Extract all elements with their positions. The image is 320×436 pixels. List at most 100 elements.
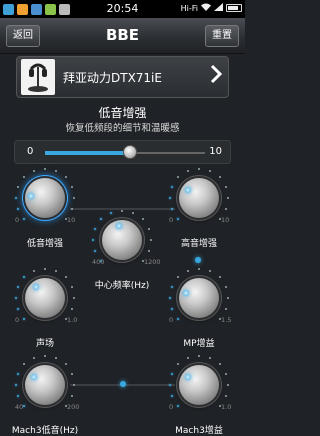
knob-tick	[32, 170, 35, 173]
signal-icon	[214, 3, 223, 13]
knob-tick	[171, 395, 174, 398]
knob-scale-min: 0	[15, 216, 20, 224]
knob-indicator	[184, 186, 191, 193]
knob-tick	[171, 285, 174, 288]
section-subtitle: 恢复低频段的细节和温暖感	[65, 123, 180, 134]
knob-tick	[15, 297, 17, 299]
knob-label-mach3-gain: Mach3增益	[175, 426, 223, 436]
knob-scale-max: 1.5	[221, 316, 232, 324]
knob-tick	[198, 355, 200, 357]
device-name: 拜亚动力DTX71iE	[63, 71, 162, 85]
knob-tick	[70, 395, 73, 398]
knob-mach3-gain[interactable]	[179, 365, 219, 405]
knob-tick	[209, 357, 212, 360]
knob-tick	[23, 276, 26, 279]
knob-tick	[218, 363, 221, 366]
knob-tick	[132, 212, 135, 215]
section-title: 低音增强	[98, 106, 147, 120]
knob-scale-max: 1.0	[221, 403, 232, 411]
knob-tick	[55, 170, 58, 173]
connector-dot	[195, 257, 201, 263]
connector-dot	[120, 381, 126, 387]
knob-tick	[64, 363, 67, 366]
knob-mach3-bass[interactable]	[25, 365, 65, 405]
knob-tick	[186, 170, 189, 173]
knob-tick	[70, 372, 73, 375]
knob-tick	[23, 176, 26, 179]
knob-scale-max: 10	[67, 216, 76, 224]
knob-label-treble-boost: 高音增强	[180, 239, 217, 249]
knob-tick	[64, 176, 67, 179]
knob-tick	[177, 176, 180, 179]
knob-indicator	[28, 192, 35, 199]
network-label: Hi-Fi	[180, 3, 198, 13]
knob-tick	[147, 250, 150, 253]
knob-tick	[23, 317, 26, 320]
knob-scale-min: 0	[169, 403, 174, 411]
knob-tick	[177, 217, 180, 220]
knob-tick	[227, 197, 229, 199]
knob-center-freq[interactable]	[102, 220, 142, 260]
knob-tick	[198, 168, 200, 170]
knob-tick	[171, 185, 174, 188]
knob-tick	[218, 276, 221, 279]
knob-tick	[150, 239, 152, 241]
knob-tick	[186, 270, 189, 273]
knob-bass-boost[interactable]	[25, 178, 65, 218]
knob-tick	[44, 168, 46, 170]
knob-tick	[94, 250, 97, 253]
knob-indicator	[183, 289, 190, 296]
knob-label-mach3-bass: Mach3低音(Hz)	[11, 426, 79, 436]
knob-tick	[224, 185, 227, 188]
knob-scale-max: 1200	[144, 258, 161, 266]
knob-tick	[227, 297, 229, 299]
knob-mp-gain[interactable]	[179, 278, 219, 318]
knob-tick	[121, 210, 123, 212]
knob-tick	[209, 270, 212, 273]
knob-tick	[32, 270, 35, 273]
knob-tick	[224, 308, 227, 311]
knob-tick	[17, 372, 20, 375]
knob-tick	[73, 297, 75, 299]
reset-button[interactable]: 重置	[205, 25, 239, 47]
knob-tick	[169, 297, 171, 299]
knob-tick	[171, 372, 174, 375]
knob-tick	[17, 285, 20, 288]
bass-slider: 0 10	[14, 140, 231, 164]
status-right: Hi-Fi	[181, 3, 242, 13]
knob-tick	[70, 285, 73, 288]
knob-treble-boost[interactable]	[179, 178, 219, 218]
knob-tick	[73, 384, 75, 386]
knob-indicator	[115, 223, 122, 230]
knob-tick	[70, 185, 73, 188]
knob-tick	[17, 208, 20, 211]
knob-indicator	[32, 284, 39, 291]
knob-tick	[141, 218, 144, 221]
knob-tick	[44, 268, 46, 270]
slider-thumb[interactable]	[122, 145, 137, 159]
knob-tick	[109, 212, 112, 215]
knob-tick	[218, 176, 221, 179]
slider-track[interactable]	[45, 145, 205, 159]
chevron-right-icon	[210, 64, 223, 91]
knob-scale-min: 40	[15, 403, 24, 411]
knob-tick	[169, 384, 171, 386]
knob-label-mp-gain: MP增益	[183, 339, 215, 349]
knob-tick	[44, 355, 46, 357]
knob-tick	[209, 170, 212, 173]
knob-tick	[147, 227, 150, 230]
knob-scale-max: 10	[221, 216, 230, 224]
knob-tick	[17, 185, 20, 188]
knob-tick	[224, 208, 227, 211]
knob-tick	[64, 276, 67, 279]
device-selector[interactable]: 拜亚动力DTX71iE	[16, 56, 229, 98]
knob-soundstage[interactable]	[25, 278, 65, 318]
knob-tick	[73, 197, 75, 199]
battery-icon	[226, 4, 242, 12]
knob-tick	[177, 363, 180, 366]
knob-scale-min: 0	[15, 316, 20, 324]
title-bar: 返回 BBE 重置	[0, 18, 245, 54]
headphone-stand-icon	[21, 59, 55, 95]
knob-label-center-freq: 中心频率(Hz)	[94, 281, 150, 291]
knob-tick	[23, 217, 26, 220]
